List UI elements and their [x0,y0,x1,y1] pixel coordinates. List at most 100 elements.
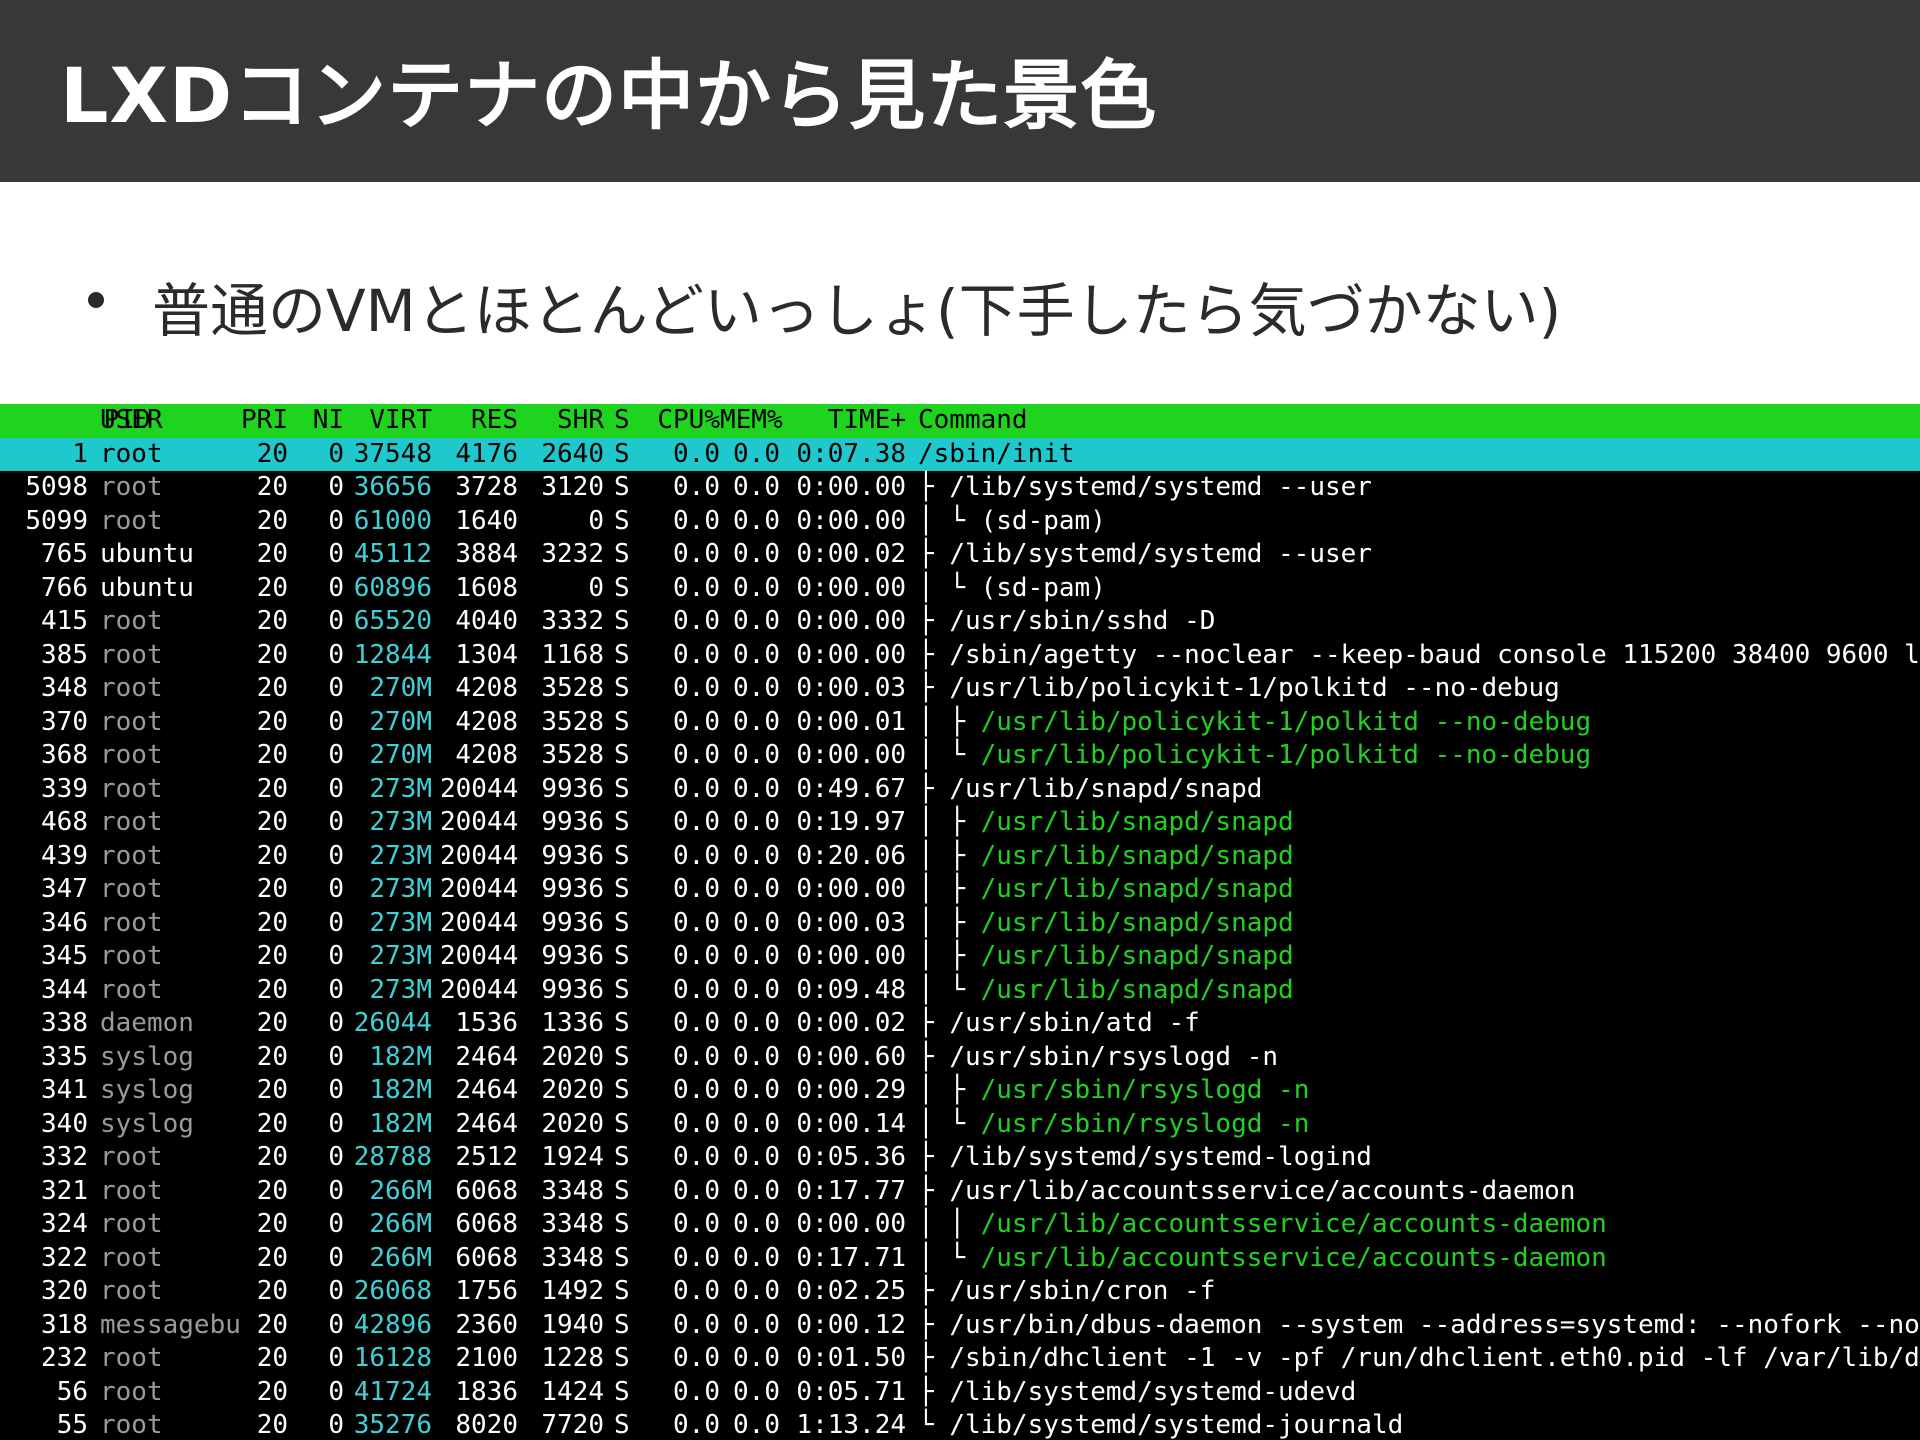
process-user: root [100,1209,163,1239]
process-shr: 9936 [541,807,604,837]
htop-header-row[interactable]: PID USER PRI NI VIRT RES SHR S CPU% MEM%… [0,404,1920,438]
process-pid: 766 [41,572,88,603]
process-cpu: 0.0 [673,1108,720,1139]
column-header-state[interactable]: S [614,404,636,438]
column-header-pri[interactable]: PRI [232,404,288,438]
process-pid: 318 [41,1309,88,1340]
process-command: /usr/lib/accountsservice/accounts-daemon [949,1175,1576,1206]
process-time: 0:00.00 [796,572,906,603]
process-row[interactable]: 346 root 20 0 273M 20044 9936 S 0.0 0.0 0:00.03 │ ├… [0,907,1920,941]
process-row[interactable]: 385 root 20 0 12844 1304 1168 S 0.0 0.0 0:00.00 ├ /… [0,639,1920,673]
process-row[interactable]: 344 root 20 0 273M 20044 9936 S 0.0 0.0 0:09.48 │ └… [0,974,1920,1008]
process-row[interactable]: 5099 root 20 0 61000 1640 0 S 0.0 0.0 0:00.00 │ └ (… [0,505,1920,539]
process-shr: 1940 [541,1309,604,1340]
process-row[interactable]: 765 ubuntu 20 0 45112 3884 3232 S 0.0 0.0 0:00.02 ├… [0,538,1920,572]
process-nice: 0 [328,438,344,469]
process-pid: 340 [41,1108,88,1139]
process-row[interactable]: 322 root 20 0 266M 6068 3348 S 0.0 0.0 0:17.71 │ └ … [0,1242,1920,1276]
process-cpu: 0.0 [673,606,720,636]
process-user: root [100,1343,163,1373]
process-command: /usr/lib/accountsservice/accounts-daemon [980,1242,1607,1273]
process-cpu: 0.0 [673,773,720,804]
process-cpu: 0.0 [673,539,720,569]
process-virt: 266M [369,1209,432,1239]
process-pid: 347 [41,874,88,904]
process-row[interactable]: 348 root 20 0 270M 4208 3528 S 0.0 0.0 0:00.03 ├ /u… [0,672,1920,706]
process-nice: 0 [328,1410,344,1440]
process-time: 0:02.25 [796,1276,906,1306]
htop-terminal: PID USER PRI NI VIRT RES SHR S CPU% MEM%… [0,404,1920,1440]
process-row[interactable]: 347 root 20 0 273M 20044 9936 S 0.0 0.0 0:00.00 │ ├… [0,873,1920,907]
process-time: 0:05.71 [796,1376,906,1407]
process-time: 0:00.14 [796,1108,906,1139]
process-row[interactable]: 339 root 20 0 273M 20044 9936 S 0.0 0.0 0:49.67 ├ /… [0,773,1920,807]
column-header-command[interactable]: Command [918,404,1028,438]
process-row[interactable]: 341 syslog 20 0 182M 2464 2020 S 0.0 0.0 0:00.29 │ … [0,1074,1920,1108]
process-row[interactable]: 1 root 20 0 37548 4176 2640 S 0.0 0.0 0:07.38/sbin… [0,437,1920,471]
process-priority: 20 [256,807,288,837]
column-header-res[interactable]: RES [440,404,518,438]
process-virt: 16128 [353,1343,432,1373]
process-mem: 0.0 [733,1242,780,1273]
process-virt: 182M [369,1075,432,1105]
process-priority: 20 [256,1376,288,1407]
process-time: 0:00.00 [796,1209,906,1239]
process-command: /usr/lib/policykit-1/polkitd --no-debug [949,673,1560,703]
process-row[interactable]: 318 messagebu 20 0 42896 2360 1940 S 0.0 0.0 0:00.… [0,1309,1920,1343]
process-row[interactable]: 56 root 20 0 41724 1836 1424 S 0.0 0.0 0:05.71 ├ /l… [0,1376,1920,1410]
column-header-cpu[interactable]: CPU% [648,404,720,438]
process-row[interactable]: 439 root 20 0 273M 20044 9936 S 0.0 0.0 0:20.06 │ ├… [0,840,1920,874]
process-user: root [100,438,163,469]
column-header-shr[interactable]: SHR [526,404,604,438]
process-virt: 65520 [353,606,432,636]
column-header-virt[interactable]: VIRT [344,404,432,438]
process-user: root [100,807,163,837]
process-row[interactable]: 5098 root 20 0 36656 3728 3120 S 0.0 0.0 0:00.00 ├ … [0,471,1920,505]
process-cpu: 0.0 [673,472,720,502]
process-pid: 322 [41,1242,88,1273]
process-cpu: 0.0 [673,1209,720,1239]
process-virt: 61000 [353,505,432,536]
process-cpu: 0.0 [673,1343,720,1373]
process-command-cell: ├ /sbin/dhclient -1 -v -pf /run/dhclient… [918,1342,1920,1376]
process-row[interactable]: 340 syslog 20 0 182M 2464 2020 S 0.0 0.0 0:00.14 │ … [0,1108,1920,1142]
process-mem: 0.0 [733,1410,780,1440]
process-row[interactable]: 320 root 20 0 26068 1756 1492 S 0.0 0.0 0:02.25 ├ /… [0,1275,1920,1309]
process-pid: 335 [41,1041,88,1072]
process-shr: 9936 [541,907,604,938]
process-command-cell: ├ /lib/systemd/systemd-logind [918,1141,1372,1175]
process-row[interactable]: 55 root 20 0 35276 8020 7720 S 0.0 0.0 1:13.24 └ /l… [0,1409,1920,1440]
process-row[interactable]: 338 daemon 20 0 26044 1536 1336 S 0.0 0.0 0:00.02 ├… [0,1007,1920,1041]
process-row[interactable]: 332 root 20 0 28788 2512 1924 S 0.0 0.0 0:05.36 ├ /… [0,1141,1920,1175]
process-shr: 1228 [541,1343,604,1373]
column-header-user[interactable]: USER [100,404,163,438]
process-row[interactable]: 370 root 20 0 270M 4208 3528 S 0.0 0.0 0:00.01 │ ├ … [0,706,1920,740]
process-priority: 20 [256,639,288,670]
process-row[interactable]: 345 root 20 0 273M 20044 9936 S 0.0 0.0 0:00.00 │ ├… [0,940,1920,974]
process-priority: 20 [256,472,288,502]
bullet-item: 普通のVMとほとんどいっしょ(下手したら気づかない) [88,264,1561,345]
process-row[interactable]: 415 root 20 0 65520 4040 3332 S 0.0 0.0 0:00.00 ├ /… [0,605,1920,639]
process-command: /usr/sbin/rsyslogd -n [949,1041,1279,1072]
process-time: 0:49.67 [796,773,906,804]
process-row[interactable]: 324 root 20 0 266M 6068 3348 S 0.0 0.0 0:00.00 │ │ … [0,1208,1920,1242]
process-row[interactable]: 766 ubuntu 20 0 60896 1608 0 S 0.0 0.0 0:00.00 │ └ … [0,572,1920,606]
process-mem: 0.0 [733,1075,780,1105]
column-header-time[interactable]: TIME+ [796,404,906,438]
process-res: 3884 [455,539,518,569]
column-header-ni[interactable]: NI [300,404,344,438]
tree-branch-icon: │ └ [918,740,981,770]
process-row[interactable]: 321 root 20 0 266M 6068 3348 S 0.0 0.0 0:17.77 ├ /u… [0,1175,1920,1209]
process-row[interactable]: 368 root 20 0 270M 4208 3528 S 0.0 0.0 0:00.00 │ └ … [0,739,1920,773]
process-row[interactable]: 232 root 20 0 16128 2100 1228 S 0.0 0.0 0:01.50 ├ /… [0,1342,1920,1376]
process-mem: 0.0 [733,539,780,569]
process-nice: 0 [328,840,344,871]
column-header-mem[interactable]: MEM% [720,404,783,438]
process-res: 20044 [440,941,519,971]
process-row[interactable]: 468 root 20 0 273M 20044 9936 S 0.0 0.0 0:19.97 │ ├… [0,806,1920,840]
tree-branch-icon: │ ├ [918,907,981,938]
tree-branch-icon: │ └ [918,505,981,536]
process-cpu: 0.0 [673,1309,720,1340]
process-row[interactable]: 335 syslog 20 0 182M 2464 2020 S 0.0 0.0 0:00.60 ├ … [0,1041,1920,1075]
process-nice: 0 [328,974,344,1005]
